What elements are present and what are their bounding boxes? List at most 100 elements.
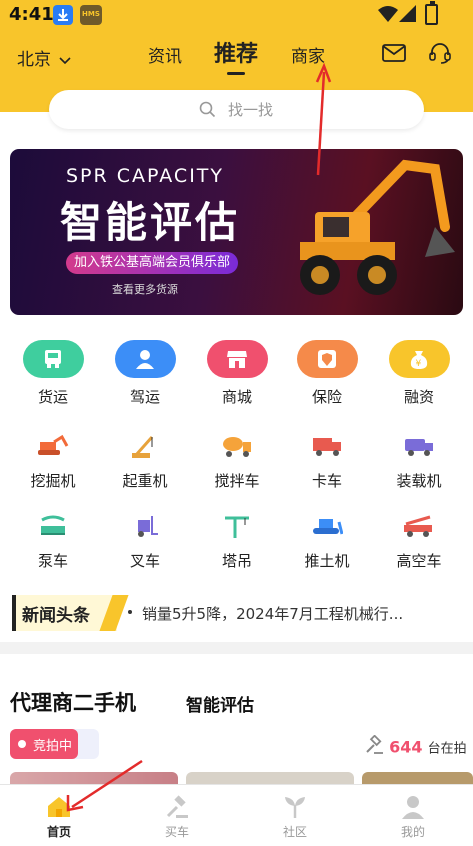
customer-service-icon[interactable] — [428, 41, 452, 69]
category-crane[interactable]: 起重机 — [99, 430, 191, 491]
tab-label: 社区 — [282, 825, 307, 839]
service-mall[interactable]: 商城 — [191, 340, 283, 407]
service-insurance[interactable]: 保险 — [281, 340, 373, 407]
category-bulldozer[interactable]: 推土机 — [281, 510, 373, 571]
gavel-icon — [364, 734, 384, 759]
tab-label: 买车 — [164, 825, 189, 839]
driver-icon — [114, 340, 176, 378]
category-excavator[interactable]: 挖掘机 — [7, 430, 99, 491]
bottom-tab-bar: 首页 买车 社区 我的 — [0, 784, 473, 846]
category-truck[interactable]: 卡车 — [281, 430, 373, 491]
wifi-icon — [378, 5, 398, 27]
gavel-icon — [163, 793, 191, 821]
category-tower-crane[interactable]: 塔吊 — [191, 510, 283, 571]
tab-merchants[interactable]: 商家 — [291, 42, 325, 67]
listing-thumbnail[interactable] — [362, 772, 473, 784]
search-placeholder: 找一找 — [228, 101, 274, 119]
aerial-truck-icon — [401, 510, 437, 542]
listing-thumbnail[interactable] — [10, 772, 178, 784]
service-label: 融资 — [403, 388, 434, 406]
profile-icon — [399, 793, 427, 821]
category-label: 挖掘机 — [30, 472, 76, 490]
search-icon — [199, 101, 216, 122]
crane-icon — [127, 430, 163, 462]
service-freight[interactable]: 货运 — [7, 340, 99, 407]
tab-buy[interactable]: 买车 — [118, 785, 236, 846]
hms-badge-text: HMS — [82, 10, 100, 18]
news-headline[interactable]: 销量5升5降，2024年7月工程机械行... — [142, 603, 452, 624]
hms-icon: HMS — [80, 5, 102, 25]
tab-label: 我的 — [400, 825, 425, 839]
status-time: 4:41 — [9, 4, 54, 25]
tower-crane-icon — [219, 510, 255, 542]
svg-text:¥: ¥ — [416, 359, 422, 369]
tab-recommend[interactable]: 推荐 — [214, 36, 258, 68]
money-bag-icon: ¥ — [388, 340, 450, 378]
banner-title: 智能评估 — [60, 198, 241, 247]
city-selector[interactable]: 北京 — [17, 45, 71, 70]
auction-badge-label: 竞拍中 — [33, 739, 73, 754]
category-label: 装载机 — [396, 472, 442, 490]
category-label: 叉车 — [129, 552, 160, 570]
category-label: 起重机 — [122, 472, 168, 490]
category-label: 泵车 — [37, 552, 68, 570]
pump-truck-icon — [35, 510, 71, 542]
excavator-icon — [35, 430, 71, 462]
category-label: 高空车 — [396, 552, 442, 570]
banner-top-text: SPR CAPACITY — [66, 165, 225, 187]
chevron-down-icon — [59, 50, 71, 70]
download-icon — [53, 5, 73, 25]
forklift-icon — [127, 510, 163, 542]
excavator-image — [295, 157, 460, 311]
category-mixer[interactable]: 搅拌车 — [191, 430, 283, 491]
service-label: 商城 — [221, 388, 252, 406]
service-label: 货运 — [37, 388, 68, 406]
category-aerial-truck[interactable]: 高空车 — [373, 510, 465, 571]
status-bar: 4:41 HMS — [0, 0, 473, 30]
section-divider — [0, 642, 473, 654]
category-loader[interactable]: 装载机 — [373, 430, 465, 491]
listing-thumbnails — [10, 772, 473, 784]
battery-icon — [425, 1, 438, 25]
truck-icon — [309, 430, 345, 462]
tab-home[interactable]: 首页 — [0, 785, 118, 846]
tab-community[interactable]: 社区 — [236, 785, 354, 846]
home-icon — [45, 793, 73, 821]
promo-banner[interactable]: SPR CAPACITY 智能评估 加入铁公基高端会员俱乐部 查看更多货源 — [10, 149, 463, 315]
auction-count: 644 — [389, 737, 423, 757]
banner-pill: 加入铁公基高端会员俱乐部 — [66, 252, 239, 274]
auction-suffix: 台在拍 — [427, 741, 467, 757]
bullet-icon — [128, 610, 132, 614]
tab-profile[interactable]: 我的 — [354, 785, 472, 846]
listing-thumbnail[interactable] — [186, 772, 354, 784]
tab-active-indicator — [227, 72, 245, 75]
search-bar[interactable]: 找一找 — [49, 90, 424, 129]
signal-icon — [399, 5, 417, 27]
category-pump-truck[interactable]: 泵车 — [7, 510, 99, 571]
service-label: 驾运 — [129, 388, 160, 406]
news-ticker[interactable]: 新闻头条 销量5升5降，2024年7月工程机械行... — [12, 592, 462, 634]
tab-news[interactable]: 资讯 — [148, 42, 182, 67]
auction-badge[interactable]: 竞拍中 — [10, 729, 99, 759]
top-nav: 北京 资讯 推荐 商家 — [0, 34, 473, 78]
service-driving[interactable]: 驾运 — [99, 340, 191, 407]
truck-front-icon — [22, 340, 84, 378]
insurance-icon — [296, 340, 358, 378]
status-dot-icon — [18, 740, 26, 748]
category-forklift[interactable]: 叉车 — [99, 510, 191, 571]
news-logo: 新闻头条 — [12, 595, 129, 631]
section-title: 代理商二手机 — [10, 691, 136, 715]
category-label: 塔吊 — [221, 552, 252, 570]
service-label: 保险 — [311, 388, 342, 406]
tab-label: 首页 — [46, 825, 71, 839]
mail-icon[interactable] — [382, 44, 406, 66]
city-label: 北京 — [17, 50, 51, 70]
service-finance[interactable]: ¥ 融资 — [373, 340, 465, 407]
auction-badge-active: 竞拍中 — [10, 729, 78, 759]
tab-smart-valuation[interactable]: 智能评估 — [186, 691, 254, 716]
category-label: 推土机 — [304, 552, 350, 570]
category-label: 卡车 — [311, 472, 342, 490]
auction-count-row: 644 台在拍 — [364, 734, 467, 759]
loader-icon — [401, 430, 437, 462]
bulldozer-icon — [309, 510, 345, 542]
